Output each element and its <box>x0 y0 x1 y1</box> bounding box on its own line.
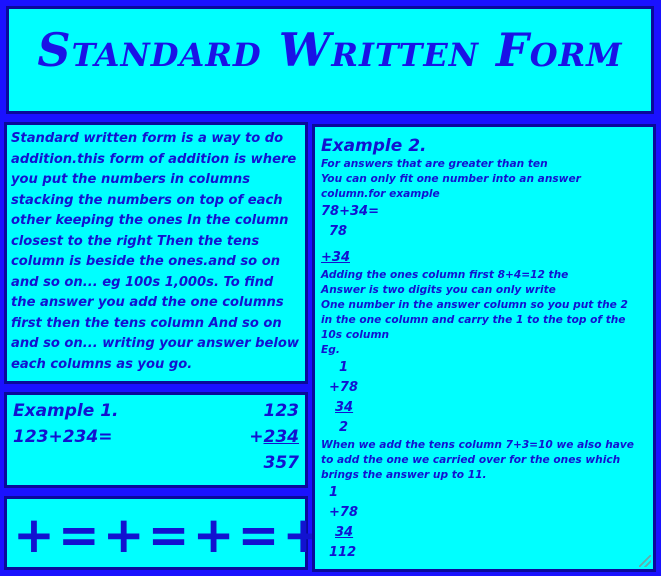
example-1-equation: 123+234= <box>13 427 113 447</box>
plus-equals-symbols: +=+=+=+ <box>13 506 328 564</box>
intro-text: Standard written form is a way to do add… <box>11 131 299 372</box>
example-2-explain-line: Answer is two digits you can only write <box>321 284 556 296</box>
example-1-panel: Example 1. 123+234= 123 +234 357 <box>4 392 308 488</box>
example-2-panel: Example 2. For answers that are greater … <box>312 124 656 572</box>
example-2-intro-line: For answers that are greater than ten <box>321 158 548 170</box>
title-panel: Standard Written Form <box>6 6 654 114</box>
example-2-equation: 78+34= <box>321 204 379 219</box>
example-2-title: Example 2. <box>321 136 427 156</box>
intro-panel: Standard written form is a way to do add… <box>4 122 308 384</box>
symbols-panel: +=+=+=+ <box>4 496 324 570</box>
example-2-explain-line: Adding the ones column first 8+4=12 the <box>321 269 569 281</box>
example-1-plus: + <box>249 427 264 447</box>
example-2-intro-line: column.for example <box>321 188 440 200</box>
example-2-tens-line: When we add the tens column 7+3=10 we al… <box>321 439 634 451</box>
example-2-tens-line: to add the one we carried over for the o… <box>321 454 621 466</box>
example-2-explain-line: in the one column and carry the 1 to the… <box>321 314 626 326</box>
example-1-sum: 357 <box>263 453 300 473</box>
resize-handle-icon[interactable] <box>639 555 651 567</box>
calc2-carry: 1 <box>329 485 339 500</box>
calc1-result: 2 <box>339 420 349 435</box>
example-2-intro-line: You can only fit one number into an answ… <box>321 173 581 185</box>
calc1-bottom: 34 <box>335 400 354 415</box>
calc2-top: +78 <box>329 505 358 520</box>
example-2-line-78: 78 <box>329 224 348 239</box>
example-2-explain-line: One number in the answer column so you p… <box>321 299 628 311</box>
example-2-tens-line: brings the answer up to 11. <box>321 469 487 481</box>
example-2-line-plus34: +34 <box>321 250 350 265</box>
calc1-carry: 1 <box>339 360 349 375</box>
calc1-top: +78 <box>329 380 358 395</box>
example-1-bottom-row: +234 <box>249 427 299 447</box>
page-title: Standard Written Form <box>37 23 623 77</box>
example-1-title: Example 1. <box>13 401 119 421</box>
calc2-bottom: 34 <box>335 525 354 540</box>
example-2-eg-label: Eg. <box>321 344 340 356</box>
example-2-explain-line: 10s column <box>321 329 390 341</box>
example-1-top-number: 123 <box>263 401 300 421</box>
example-1-bottom-number: 234 <box>263 427 300 447</box>
calc2-result: 112 <box>329 545 357 560</box>
